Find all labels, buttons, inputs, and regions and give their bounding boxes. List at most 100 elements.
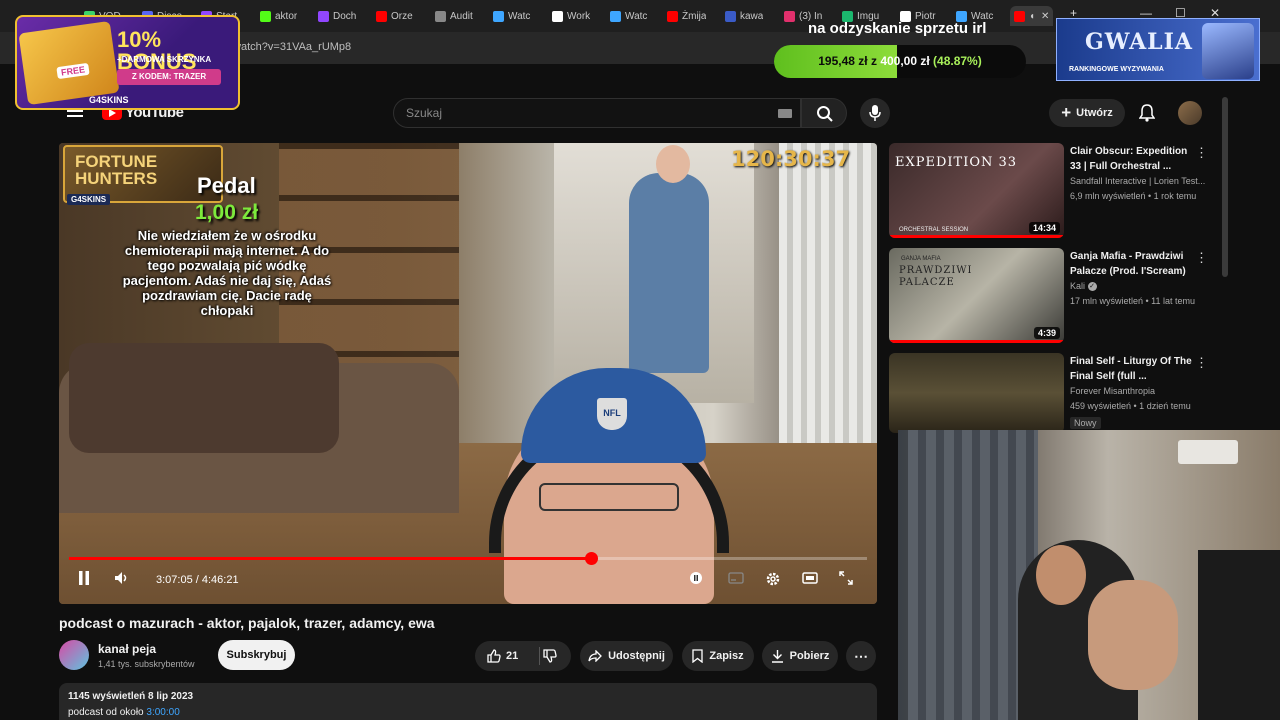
avatar[interactable]: [1178, 101, 1202, 125]
nfl-logo: NFL: [597, 398, 627, 430]
like-button[interactable]: 21: [487, 649, 518, 663]
search-placeholder: Szukaj: [406, 106, 443, 120]
video-person-standing: [629, 173, 709, 373]
channel-name[interactable]: Kali ✓: [1070, 281, 1210, 292]
webcam-face: [1036, 545, 1086, 605]
pause-button[interactable]: [73, 571, 95, 589]
browser-tab[interactable]: Watc: [610, 6, 647, 26]
timestamp-link[interactable]: 3:00:00: [146, 707, 179, 718]
browser-tab[interactable]: kawa: [725, 6, 763, 26]
video-title: podcast o mazurach - aktor, pajalok, tra…: [59, 615, 435, 631]
microphone-icon: [869, 105, 881, 121]
dislike-button[interactable]: [543, 649, 557, 666]
browser-tab[interactable]: Watc: [493, 6, 530, 26]
channel-avatar[interactable]: [59, 640, 89, 670]
browser-tab[interactable]: Audit: [435, 6, 473, 26]
webcam-dark-object: [1198, 550, 1280, 720]
fullscreen-button[interactable]: [835, 571, 857, 589]
browser-tab[interactable]: Work: [552, 6, 590, 26]
new-badge: Nowy: [1070, 417, 1101, 429]
overlay-brand-label: G4SKINS: [67, 194, 111, 205]
channel-name[interactable]: Sandfall Interactive | Lorien Test...: [1070, 176, 1210, 186]
more-vertical-icon[interactable]: ⋮: [1195, 355, 1208, 371]
video-title[interactable]: Clair Obscur: Expedition 33 | Full Orche…: [1070, 144, 1200, 174]
plus-icon: +: [1061, 103, 1072, 122]
browser-tab[interactable]: Żmija: [667, 6, 706, 26]
donation-name: Pedal: [197, 173, 256, 198]
bookmark-icon: [692, 649, 704, 663]
tab-favicon: [493, 10, 504, 22]
create-button[interactable]: + Utwórz: [1049, 99, 1125, 127]
browser-tab[interactable]: Doch: [318, 6, 356, 26]
subtitles-button[interactable]: [725, 571, 747, 588]
close-tab-icon[interactable]: ✕: [1041, 11, 1049, 22]
fullscreen-icon: [839, 571, 853, 585]
download-button[interactable]: Pobierz: [762, 641, 838, 671]
video-glasses: [539, 483, 679, 511]
notifications-bell-icon[interactable]: [1138, 104, 1156, 127]
tab-favicon: [435, 10, 446, 22]
description-box[interactable]: 1145 wyświetleń 8 lip 2023 podcast od ok…: [59, 683, 877, 720]
url-text[interactable]: /watch?v=31VAa_rUMp8: [230, 41, 351, 53]
donation-goal-bar: 195,48 zł z 400,00 zł (48.87%): [774, 45, 1026, 78]
watched-progress: [889, 340, 1064, 343]
donation-goal-title: na odzyskanie sprzetu irl: [808, 20, 987, 37]
subtitles-icon: [728, 572, 744, 584]
views-and-date: 1145 wyświetleń 8 lip 2023: [68, 691, 194, 702]
more-vertical-icon[interactable]: ⋮: [1195, 145, 1208, 161]
subscribe-button[interactable]: Subskrybuj: [218, 640, 295, 670]
verified-icon: ✓: [1087, 282, 1097, 292]
video-thumbnail[interactable]: GANJA MAFIA PRAWDZIWI PALACZE 4:39: [889, 248, 1064, 343]
autoplay-toggle[interactable]: [685, 571, 707, 589]
video-thumbnail[interactable]: [889, 353, 1064, 433]
divider: [539, 647, 540, 665]
video-time-display: 3:07:05 / 4:46:21: [156, 574, 239, 586]
webcam-air-conditioner: [1178, 440, 1238, 464]
watched-progress: [889, 235, 1064, 238]
browser-tab[interactable]: Orze: [376, 6, 413, 26]
volume-button[interactable]: [111, 571, 133, 589]
streamer-webcam: [898, 430, 1280, 720]
video-meta: 459 wyświetleń • 1 dzień temu: [1070, 401, 1191, 411]
browser-tab-active[interactable]: ◖ ✕: [1010, 6, 1054, 26]
settings-button[interactable]: [762, 571, 784, 591]
autoplay-icon: [690, 572, 702, 584]
voice-search-button[interactable]: [860, 98, 890, 128]
keyboard-icon[interactable]: [778, 109, 792, 118]
tab-favicon: [725, 10, 736, 22]
thumbs-up-icon: [487, 649, 501, 663]
gwalia-title: GWALIA: [1085, 29, 1193, 55]
tab-favicon: [376, 10, 387, 22]
more-actions-button[interactable]: ⋯: [846, 641, 876, 671]
video-progress-bar[interactable]: [69, 552, 867, 565]
download-icon: [771, 650, 783, 663]
bonus-subtitle: +DARMOWA SKRZYNKA: [117, 55, 212, 64]
video-title[interactable]: Ganja Mafia - Prawdziwi Palacze (Prod. I…: [1070, 249, 1200, 279]
stream-timer: 120:30:37: [731, 147, 851, 171]
recommended-video[interactable]: EXPEDITION 33 ORCHESTRAL SESSION 14:34 C…: [889, 143, 1209, 238]
share-button[interactable]: Udostępnij: [580, 641, 673, 671]
video-progress-handle[interactable]: [584, 552, 598, 565]
video-player[interactable]: NFL FORTUNE HUNTERS G4SKINS Pedal 1,00 z…: [59, 143, 877, 604]
like-dislike-group: 21: [475, 641, 571, 671]
browser-tab[interactable]: aktor: [260, 6, 297, 26]
video-meta: 6,9 mln wyświetleń • 1 rok temu: [1070, 191, 1197, 201]
video-thumbnail[interactable]: EXPEDITION 33 ORCHESTRAL SESSION 14:34: [889, 143, 1064, 238]
search-input[interactable]: Szukaj: [393, 98, 801, 128]
donation-amount: 1,00 zł: [195, 201, 259, 224]
recommended-video[interactable]: GANJA MAFIA PRAWDZIWI PALACZE 4:39 Ganja…: [889, 248, 1209, 343]
video-duration: 14:34: [1028, 222, 1060, 234]
theater-mode-button[interactable]: [799, 571, 821, 588]
video-curtain: [779, 143, 877, 443]
thumbnail-text: EXPEDITION 33: [895, 155, 1018, 170]
save-button[interactable]: Zapisz: [682, 641, 754, 671]
sidebar-scrollbar[interactable]: [1222, 97, 1228, 277]
channel-name[interactable]: Forever Misanthropia: [1070, 386, 1210, 396]
channel-name[interactable]: kanał peja: [98, 642, 156, 656]
gwalia-overlay: GWALIA RANKINGOWE WYZYWANIA: [1056, 18, 1260, 81]
video-title[interactable]: Final Self - Liturgy Of The Final Self (…: [1070, 354, 1200, 384]
video-progress-fill: [69, 557, 591, 560]
more-vertical-icon[interactable]: ⋮: [1195, 250, 1208, 266]
donation-goal-text: 195,48 zł z 400,00 zł (48.87%): [818, 54, 982, 68]
search-button[interactable]: [801, 98, 847, 128]
